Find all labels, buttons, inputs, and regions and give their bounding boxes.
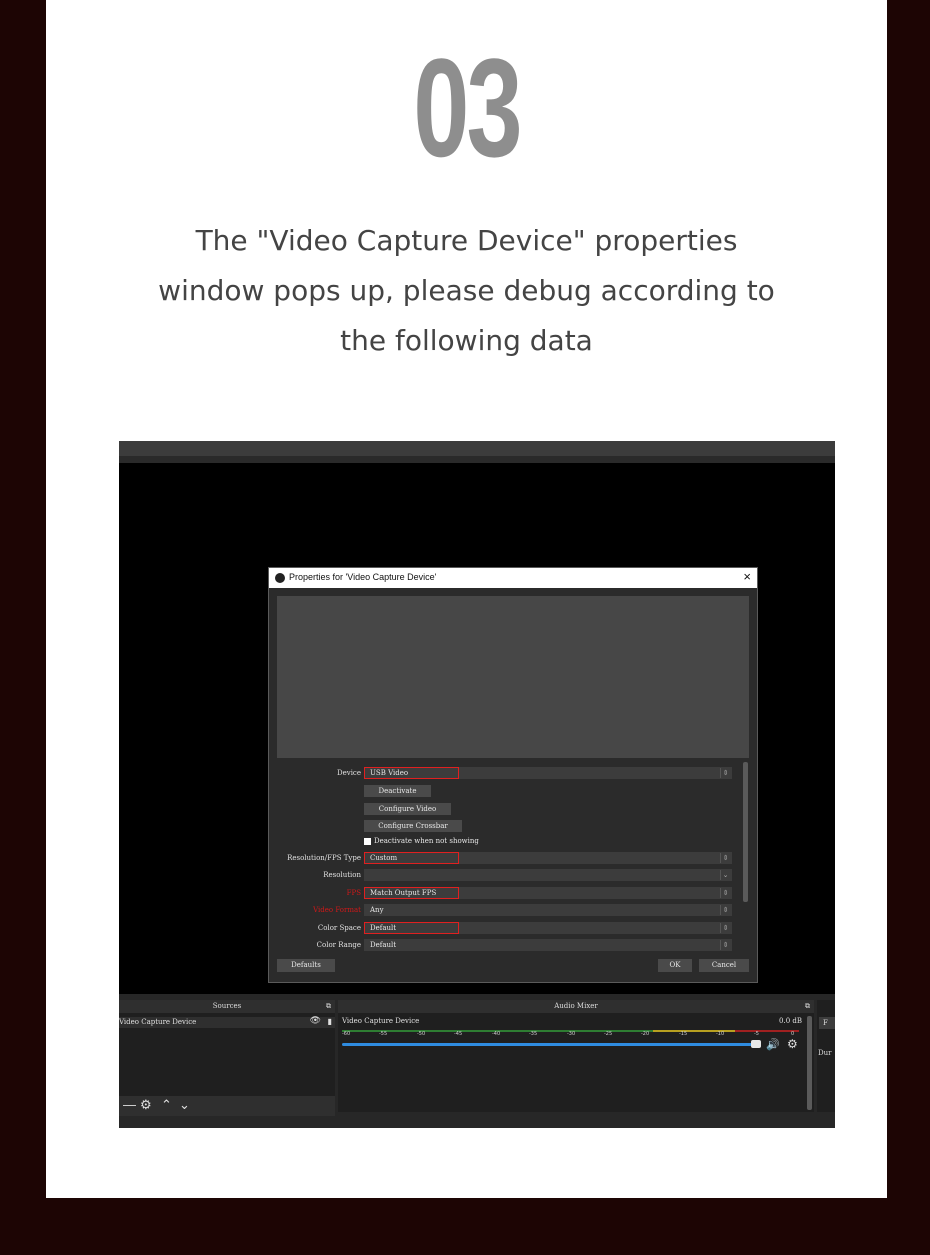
transitions-panel: F Dur: [817, 1000, 835, 1112]
properties-dialog: Properties for 'Video Capture Device' × …: [268, 567, 758, 983]
duration-label: Dur: [818, 1049, 832, 1057]
undock-icon[interactable]: ⧉: [805, 1000, 810, 1013]
properties-scrollbar[interactable]: [743, 762, 748, 902]
res-type-select[interactable]: Custom ⇕: [364, 852, 732, 864]
chevron-updown-icon: ⇕: [720, 888, 730, 898]
color-range-label: Color Range: [316, 941, 361, 949]
meter-tick-label: -5: [754, 1031, 759, 1037]
chevron-updown-icon: ⇕: [720, 923, 730, 933]
deactivate-button[interactable]: Deactivate: [364, 785, 431, 797]
speaker-icon[interactable]: 🔊: [766, 1038, 780, 1051]
sources-header: Sources ⧉: [119, 1000, 335, 1013]
device-select[interactable]: USB Video ⇕: [364, 767, 732, 779]
meter-tick-label: -40: [492, 1031, 501, 1037]
close-icon[interactable]: ×: [743, 569, 751, 584]
dialog-titlebar: Properties for 'Video Capture Device' ×: [269, 568, 757, 588]
fps-select[interactable]: Match Output FPS ⇕: [364, 887, 732, 899]
chevron-updown-icon: ⇕: [720, 853, 730, 863]
eye-icon[interactable]: 👁: [310, 1016, 321, 1026]
video-format-select[interactable]: Any ⇕: [364, 904, 732, 916]
source-item-label: Video Capture Device: [119, 1018, 197, 1026]
resolution-label: Resolution: [323, 871, 361, 879]
meter-scale: -60 -55 -50 -45 -40 -35 -30 -25 -20 -15 -10 -5 0: [342, 1031, 799, 1039]
meter-tick-label: -55: [379, 1031, 388, 1037]
sources-toolbar: — ⚙ ⌃ ⌄: [119, 1096, 335, 1116]
sources-title: Sources: [212, 1002, 242, 1010]
volume-slider-handle[interactable]: [751, 1040, 761, 1048]
res-type-highlight: [364, 852, 459, 864]
mixer-db: 0.0 dB: [779, 1017, 802, 1025]
color-range-select[interactable]: Default ⇕: [364, 939, 732, 951]
configure-video-button[interactable]: Configure Video: [364, 803, 451, 815]
obs-screenshot: Properties for 'Video Capture Device' × …: [119, 441, 835, 1128]
lock-icon[interactable]: ▮: [328, 1017, 332, 1026]
device-label: Device: [336, 769, 361, 777]
meter-tick-label: -10: [716, 1031, 725, 1037]
chevron-updown-icon: ⇕: [720, 768, 730, 778]
meter-tick-label: -20: [641, 1031, 650, 1037]
video-format-label: Video Format: [313, 906, 361, 914]
video-preview: [277, 596, 749, 758]
gear-icon[interactable]: ⚙: [140, 1096, 152, 1114]
description-line-3: the following data: [340, 324, 593, 357]
volume-slider[interactable]: [342, 1043, 757, 1046]
meter-tick-label: -45: [454, 1031, 463, 1037]
remove-source-icon[interactable]: —: [123, 1096, 136, 1114]
move-down-icon[interactable]: ⌄: [179, 1096, 190, 1114]
color-space-highlight: [364, 922, 459, 934]
configure-crossbar-button[interactable]: Configure Crossbar: [364, 820, 462, 832]
obs-logo-icon: [275, 573, 285, 583]
video-format-value: Any: [370, 906, 384, 914]
deactivate-checkbox[interactable]: Deactivate when not showing: [364, 837, 479, 845]
gear-icon[interactable]: ⚙: [787, 1037, 798, 1051]
checkbox-icon: [364, 837, 371, 845]
fps-highlight: [364, 887, 459, 899]
color-range-value: Default: [370, 941, 397, 949]
deactivate-checkbox-label: Deactivate when not showing: [374, 837, 479, 845]
chevron-updown-icon: ⇕: [720, 940, 730, 950]
ok-button[interactable]: OK: [658, 959, 692, 972]
step-description: The "Video Capture Device" properties wi…: [106, 216, 827, 366]
mixer-scrollbar[interactable]: [807, 1016, 812, 1110]
meter-tick-label: -15: [679, 1031, 688, 1037]
move-up-icon[interactable]: ⌃: [161, 1096, 172, 1114]
mixer-channel-name: Video Capture Device: [342, 1017, 420, 1025]
color-space-label: Color Space: [317, 924, 361, 932]
fps-label: FPS: [346, 889, 361, 897]
meter-tick-label: -35: [529, 1031, 538, 1037]
dialog-title: Properties for 'Video Capture Device': [289, 572, 437, 582]
meter-tick-label: -60: [342, 1031, 351, 1037]
obs-toolbar-divider: [119, 456, 835, 463]
sources-panel: Sources ⧉ Video Capture Device 👁 ▮ — ⚙ ⌃…: [119, 1000, 335, 1116]
chevron-updown-icon: ⇕: [720, 905, 730, 915]
source-item[interactable]: Video Capture Device 👁 ▮: [119, 1016, 335, 1028]
color-space-select[interactable]: Default ⇕: [364, 922, 732, 934]
mixer-header: Audio Mixer ⧉: [338, 1000, 814, 1013]
audio-mixer-panel: Audio Mixer ⧉ Video Capture Device 0.0 d…: [338, 1000, 814, 1112]
step-number: 03: [413, 29, 522, 186]
device-highlight: [364, 767, 459, 779]
meter-tick-label: -50: [417, 1031, 426, 1037]
meter-tick-label: -25: [604, 1031, 613, 1037]
mixer-title: Audio Mixer: [554, 1002, 598, 1010]
description-line-1: The "Video Capture Device" properties: [195, 224, 738, 257]
resolution-select[interactable]: ⌄: [364, 869, 732, 881]
description-line-2: window pops up, please debug according t…: [158, 274, 775, 307]
defaults-button[interactable]: Defaults: [277, 959, 335, 972]
transition-select-label: F: [823, 1019, 828, 1027]
meter-tick-label: -30: [567, 1031, 576, 1037]
chevron-down-icon: ⌄: [720, 870, 730, 880]
obs-toolbar: [119, 441, 835, 456]
obs-dock: Sources ⧉ Video Capture Device 👁 ▮ — ⚙ ⌃…: [119, 994, 835, 1128]
cancel-button[interactable]: Cancel: [699, 959, 749, 972]
res-type-label: Resolution/FPS Type: [287, 854, 361, 862]
undock-icon[interactable]: ⧉: [326, 1000, 331, 1013]
transition-select[interactable]: F: [819, 1017, 835, 1029]
